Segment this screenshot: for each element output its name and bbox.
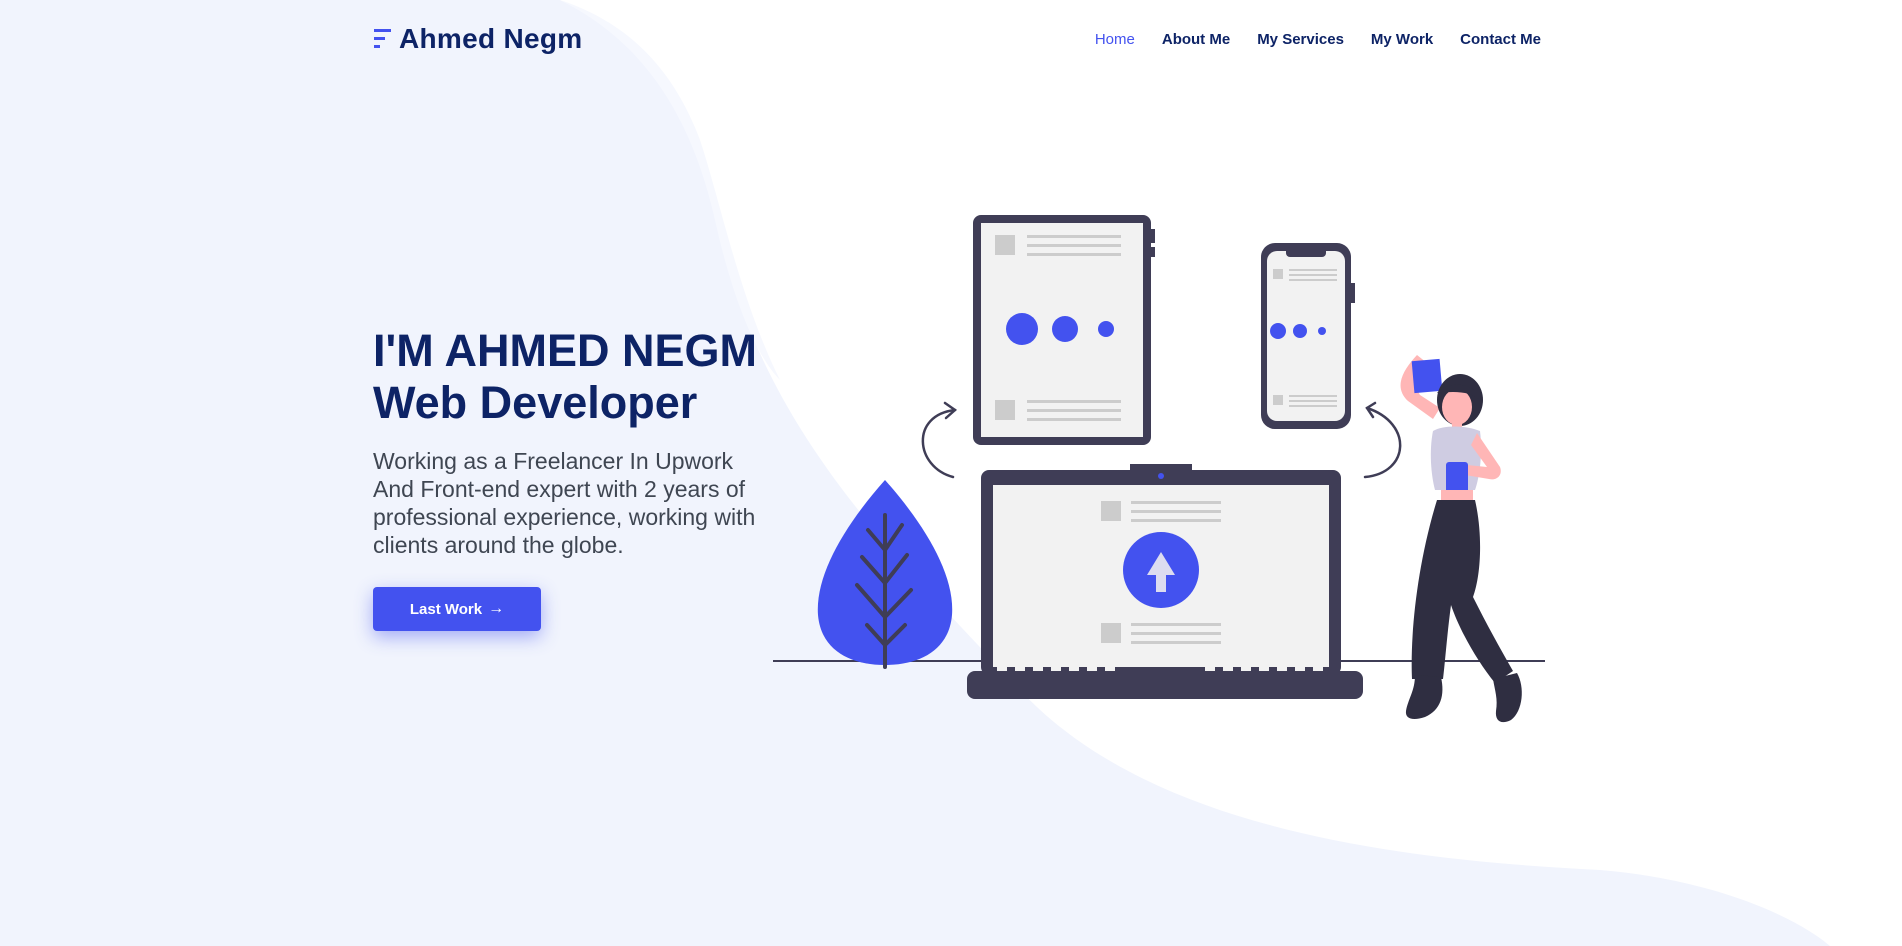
hero-description: Working as a Freelancer In Upwork And Fr… [373,448,756,558]
card-icon [1411,358,1443,394]
arrow-right-icon: → [488,600,505,617]
site-logo[interactable]: Ahmed Negm [373,23,582,55]
hero-title: I'M AHMED NEGM Web Developer [373,325,773,429]
main-nav: Home About Me My Services My Work Contac… [1095,31,1541,48]
nav-contact-me[interactable]: Contact Me [1460,31,1541,48]
nav-my-work[interactable]: My Work [1371,31,1433,48]
brand-name: Ahmed Negm [399,23,583,54]
nav-my-services[interactable]: My Services [1257,31,1344,48]
curved-arrow-left-icon [921,401,958,479]
hero-illustration [773,215,1545,723]
phone-icon [1261,243,1355,429]
nav-home[interactable]: Home [1095,31,1135,48]
leaf-tree-icon [817,480,953,669]
last-work-button[interactable]: Last Work → [373,587,541,631]
hero-title-line1: I'M AHMED NEGM [373,325,758,376]
nav-about-me[interactable]: About Me [1162,31,1230,48]
menu-lines-icon [374,29,391,48]
hero-title-line2: Web Developer [373,377,698,428]
laptop-icon [967,464,1363,699]
site-header: Ahmed Negm Home About Me My Services My … [373,18,1541,60]
curved-arrow-right-icon [1363,401,1402,479]
woman-figure [1400,355,1522,723]
hero-section: I'M AHMED NEGM Web Developer Working as … [373,325,773,631]
last-work-button-label: Last Work [409,600,483,618]
tablet-icon [973,215,1155,445]
